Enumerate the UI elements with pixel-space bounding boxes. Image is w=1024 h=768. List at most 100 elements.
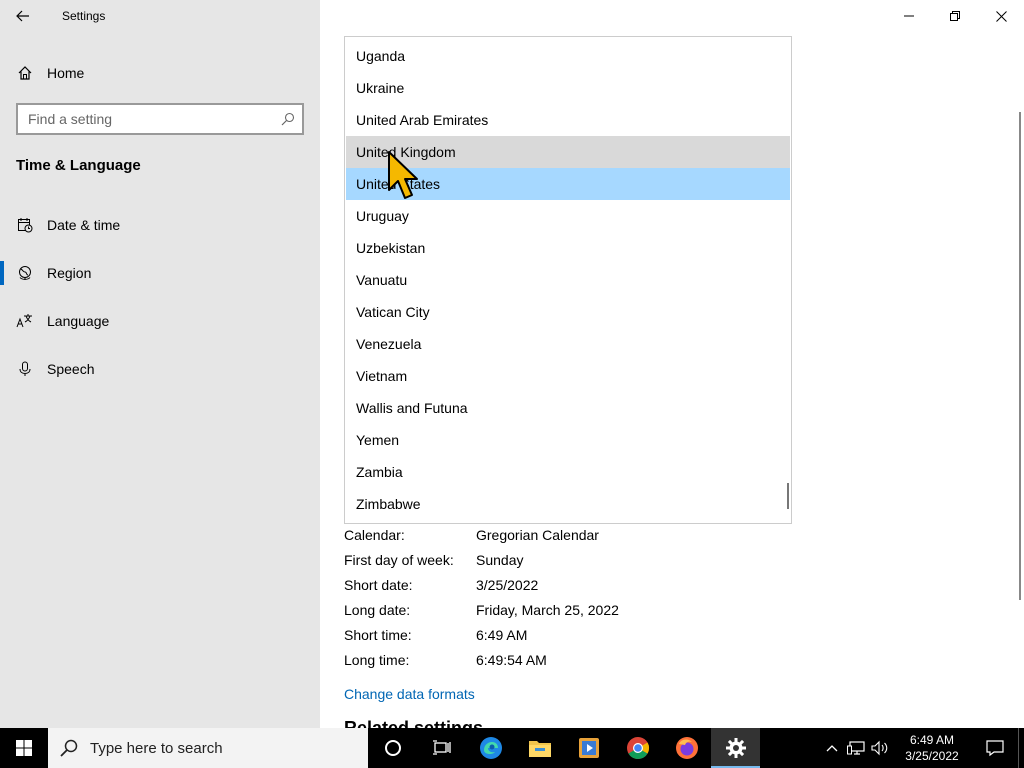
chevron-up-icon <box>826 745 838 752</box>
minimize-button[interactable] <box>886 0 932 32</box>
edge-button[interactable] <box>466 728 515 768</box>
section-title: Time & Language <box>16 157 141 174</box>
list-item[interactable]: Vatican City <box>345 296 791 328</box>
clock-date: 3/25/2022 <box>905 749 959 763</box>
app-title: Settings <box>62 9 106 23</box>
media-player-button[interactable] <box>564 728 613 768</box>
format-value: Friday, March 25, 2022 <box>476 601 619 618</box>
format-value: 6:49:54 AM <box>476 651 547 668</box>
file-explorer-button[interactable] <box>515 728 564 768</box>
action-center-button[interactable] <box>972 728 1018 768</box>
settings-taskbar-button[interactable] <box>711 728 760 768</box>
dropdown-scrollbar[interactable] <box>787 483 789 509</box>
list-item[interactable]: Uruguay <box>345 200 791 232</box>
restore-button[interactable] <box>932 0 978 32</box>
format-key: Calendar: <box>344 526 405 543</box>
format-key: Long time: <box>344 651 410 668</box>
search-input[interactable] <box>28 111 274 127</box>
format-row: Long date: Friday, March 25, 2022 <box>344 597 619 622</box>
firefox-button[interactable] <box>662 728 711 768</box>
format-key: Long date: <box>344 601 411 618</box>
home-icon <box>0 65 47 81</box>
regional-format-data: Calendar: Gregorian Calendar First day o… <box>344 522 619 672</box>
format-row: First day of week: Sunday <box>344 547 619 572</box>
format-row: Short date: 3/25/2022 <box>344 572 619 597</box>
language-icon <box>0 313 47 329</box>
globe-icon <box>0 265 47 281</box>
sidebar-item-label: Speech <box>47 361 95 377</box>
chrome-icon <box>626 737 649 759</box>
search-icon <box>60 739 78 757</box>
format-value: Gregorian Calendar <box>476 526 599 543</box>
show-hidden-icons-button[interactable] <box>820 728 844 768</box>
start-button[interactable] <box>0 728 48 768</box>
network-button[interactable] <box>844 728 868 768</box>
close-icon <box>995 10 1007 22</box>
taskbar-clock[interactable]: 6:49 AM 3/25/2022 <box>892 732 972 764</box>
sidebar-item-speech[interactable]: Speech <box>0 349 320 389</box>
back-button[interactable] <box>0 0 46 32</box>
minimize-icon <box>904 15 914 17</box>
list-item[interactable]: Venezuela <box>345 328 791 360</box>
related-settings-heading: Related settings <box>344 720 483 728</box>
network-icon <box>847 741 865 755</box>
list-item[interactable]: Zimbabwe <box>345 488 791 520</box>
format-row: Long time: 6:49:54 AM <box>344 647 619 672</box>
back-arrow-icon <box>16 10 29 22</box>
list-item[interactable]: Vanuatu <box>345 264 791 296</box>
sidebar-item-label: Language <box>47 313 110 329</box>
change-data-formats-link[interactable]: Change data formats <box>344 686 475 702</box>
search-box[interactable] <box>16 103 304 135</box>
list-item[interactable]: Zambia <box>345 456 791 488</box>
format-key: Short date: <box>344 576 413 593</box>
clock-time: 6:49 AM <box>909 733 955 747</box>
system-tray: 6:49 AM 3/25/2022 <box>820 728 1024 768</box>
format-row: Calendar: Gregorian Calendar <box>344 522 619 547</box>
calendar-clock-icon <box>0 217 47 233</box>
task-view-button[interactable] <box>417 728 466 768</box>
cortana-icon <box>384 740 401 756</box>
list-item[interactable]: Uganda <box>345 40 791 72</box>
window-controls <box>886 0 1024 32</box>
taskbar-search-box[interactable]: Type here to search <box>48 728 368 768</box>
gear-icon <box>725 738 746 758</box>
notification-icon <box>986 740 1004 757</box>
title-bar: Settings <box>0 0 320 32</box>
sidebar-item-date-time[interactable]: Date & time <box>0 205 320 245</box>
sidebar-item-language[interactable]: Language <box>0 301 320 341</box>
list-item[interactable]: Vietnam <box>345 360 791 392</box>
format-value: Sunday <box>476 551 524 568</box>
format-value: 6:49 AM <box>476 626 528 643</box>
media-player-icon <box>578 738 599 758</box>
edge-icon <box>479 737 502 759</box>
taskbar-search-placeholder: Type here to search <box>90 739 223 757</box>
list-item[interactable]: United Arab Emirates <box>345 104 791 136</box>
volume-button[interactable] <box>868 728 892 768</box>
show-desktop-button[interactable] <box>1018 728 1024 768</box>
volume-icon <box>871 740 888 756</box>
format-row: Short time: 6:49 AM <box>344 622 619 647</box>
task-view-icon <box>432 740 451 755</box>
sidebar-item-label: Date & time <box>47 217 121 233</box>
country-dropdown-list[interactable]: Uganda Ukraine United Arab Emirates Unit… <box>344 36 792 524</box>
cortana-button[interactable] <box>368 728 417 768</box>
list-item[interactable]: Yemen <box>345 424 791 456</box>
microphone-icon <box>0 361 47 377</box>
mouse-cursor-icon <box>388 151 418 199</box>
list-item[interactable]: Wallis and Futuna <box>345 392 791 424</box>
folder-icon <box>528 741 551 757</box>
search-icon[interactable] <box>274 112 302 126</box>
list-item[interactable]: Ukraine <box>345 72 791 104</box>
list-item[interactable]: Uzbekistan <box>345 232 791 264</box>
chrome-button[interactable] <box>613 728 662 768</box>
sidebar-item-label: Region <box>47 265 92 281</box>
sidebar: Settings Home Time & Language Date & tim… <box>0 0 320 728</box>
format-key: Short time: <box>344 626 412 643</box>
page-scrollbar[interactable] <box>1019 112 1021 600</box>
taskbar: Type here to search 6:49 AM 3/25/2022 <box>0 728 1024 768</box>
sidebar-item-label: Home <box>47 65 85 81</box>
sidebar-item-home[interactable]: Home <box>0 56 320 90</box>
sidebar-item-region[interactable]: Region <box>0 253 320 293</box>
format-value: 3/25/2022 <box>476 576 539 593</box>
close-button[interactable] <box>978 0 1024 32</box>
